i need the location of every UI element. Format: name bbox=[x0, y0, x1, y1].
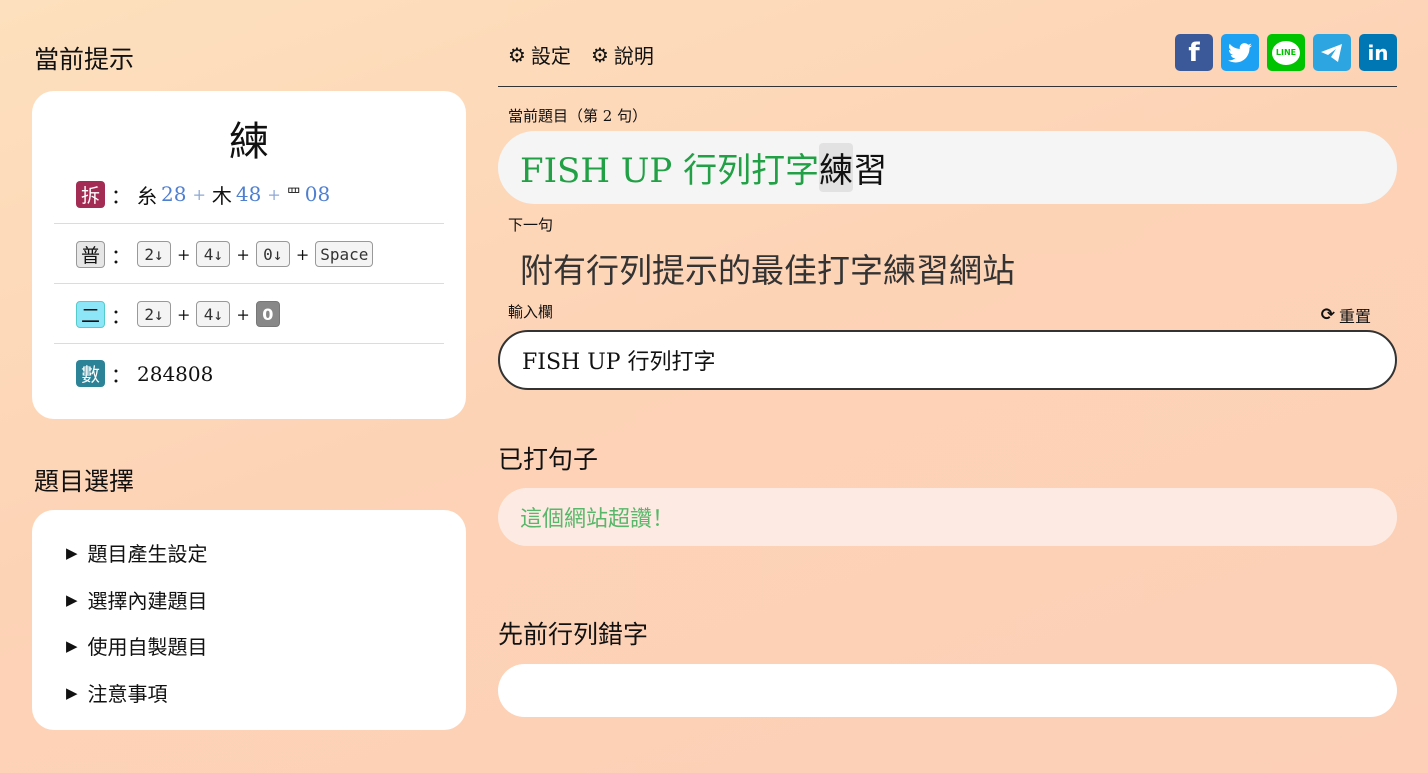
hint-card: 練 拆 ： 糸 28 + 木 48 + 罒 08 普 ： 2↓ + 4↓ + 0… bbox=[32, 91, 466, 419]
colon: ： bbox=[111, 303, 131, 328]
key-cap: 0↓ bbox=[255, 241, 290, 267]
key-cap: 2↓ bbox=[137, 301, 171, 327]
gear-icon: ⚙ bbox=[590, 42, 609, 67]
topic-item-label: 使用自製題目 bbox=[87, 635, 208, 659]
top-nav: ⚙ 設定 ⚙ 說明 bbox=[508, 40, 654, 69]
colon: ： bbox=[111, 183, 131, 208]
chai-num: 08 bbox=[304, 182, 331, 206]
key-cap: Space bbox=[315, 241, 374, 267]
chai-num: 48 bbox=[235, 182, 262, 206]
topic-card: ▶ 題目產生設定 ▶ 選擇內建題目 ▶ 使用自製題目 ▶ 注意事項 bbox=[32, 510, 466, 730]
key-cap: 0 bbox=[255, 301, 280, 327]
caret-right-icon: ▶ bbox=[66, 636, 78, 655]
key-cap: 4↓ bbox=[196, 241, 231, 267]
twitter-icon[interactable] bbox=[1221, 34, 1259, 71]
help-button[interactable]: ⚙ 說明 bbox=[591, 40, 654, 69]
help-label: 說明 bbox=[613, 44, 654, 68]
hint-row-pu: 普 ： 2↓ + 4↓ + 0↓ + Space bbox=[54, 225, 444, 284]
topic-title: 題目選擇 bbox=[34, 467, 135, 496]
linkedin-icon[interactable]: in bbox=[1359, 34, 1397, 71]
done-sentence: 這個網站超讚！ bbox=[498, 488, 1397, 546]
plus-sign: + bbox=[236, 304, 250, 324]
social-share: f LINE in bbox=[1175, 34, 1397, 71]
key-cap: 4↓ bbox=[196, 301, 231, 327]
topic-item-generate[interactable]: ▶ 題目產生設定 bbox=[66, 538, 208, 567]
refresh-icon: ⟳ bbox=[1320, 305, 1335, 325]
shu-value: 284808 bbox=[137, 361, 214, 386]
colon: ： bbox=[111, 243, 131, 268]
mistake-title: 先前行列錯字 bbox=[498, 620, 649, 649]
hint-row-shu: 數 ： 284808 bbox=[54, 344, 444, 403]
plus-sign: + bbox=[267, 184, 281, 204]
topic-item-builtin[interactable]: ▶ 選擇內建題目 bbox=[66, 585, 208, 614]
reset-button[interactable]: ⟳ 重置 bbox=[1321, 303, 1371, 327]
chai-part: 木 bbox=[211, 183, 232, 208]
hint-row-er: 二 ： 2↓ + 4↓ + 0 bbox=[54, 285, 444, 344]
topic-item-custom[interactable]: ▶ 使用自製題目 bbox=[66, 631, 208, 660]
facebook-icon[interactable]: f bbox=[1175, 34, 1213, 71]
hint-row-chai: 拆 ： 糸 28 + 木 48 + 罒 08 bbox=[54, 165, 444, 224]
line-label: LINE bbox=[1272, 40, 1300, 65]
topic-item-label: 選擇內建題目 bbox=[87, 589, 208, 613]
er-tag: 二 bbox=[76, 300, 105, 328]
caret-right-icon: ▶ bbox=[66, 543, 78, 562]
current-sentence: FISH UP 行列打字練習 bbox=[498, 131, 1397, 204]
pu-tag: 普 bbox=[76, 240, 105, 268]
current-char: 練 bbox=[819, 143, 854, 192]
typing-input[interactable]: FISH UP 行列打字 bbox=[498, 330, 1397, 390]
line-icon[interactable]: LINE bbox=[1267, 34, 1305, 71]
next-label: 下一句 bbox=[508, 216, 554, 234]
shu-tag: 數 bbox=[76, 360, 105, 387]
hint-char: 練 bbox=[229, 119, 269, 165]
chai-num: 28 bbox=[161, 182, 187, 206]
current-label: 當前題目（第 2 句） bbox=[508, 107, 648, 125]
chai-part: 糸 bbox=[137, 183, 157, 208]
plus-sign: + bbox=[177, 244, 191, 264]
typed-text: FISH UP 行列打字 bbox=[520, 151, 820, 191]
plus-sign: + bbox=[295, 244, 310, 264]
gear-icon: ⚙ bbox=[508, 42, 526, 67]
colon: ： bbox=[111, 363, 131, 387]
divider bbox=[498, 86, 1397, 87]
input-label: 輸入欄 bbox=[508, 303, 554, 321]
next-sentence: 附有行列提示的最佳打字練習網站 bbox=[520, 251, 1015, 290]
key-cap: 2↓ bbox=[137, 241, 171, 267]
remaining-text: 習 bbox=[853, 151, 888, 191]
topic-item-label: 題目產生設定 bbox=[87, 542, 208, 566]
plus-sign: + bbox=[236, 244, 250, 264]
caret-right-icon: ▶ bbox=[66, 590, 78, 609]
reset-label: 重置 bbox=[1338, 307, 1371, 326]
chai-tag: 拆 bbox=[76, 180, 105, 208]
hint-title: 當前提示 bbox=[34, 45, 135, 74]
chai-part: 罒 bbox=[286, 187, 301, 203]
plus-sign: + bbox=[192, 184, 206, 204]
plus-sign: + bbox=[177, 304, 191, 324]
topic-item-notes[interactable]: ▶ 注意事項 bbox=[66, 678, 168, 707]
settings-button[interactable]: ⚙ 設定 bbox=[508, 40, 571, 69]
done-title: 已打句子 bbox=[498, 445, 599, 474]
caret-right-icon: ▶ bbox=[66, 683, 78, 702]
topic-item-label: 注意事項 bbox=[87, 682, 168, 706]
settings-label: 設定 bbox=[530, 44, 571, 68]
telegram-icon[interactable] bbox=[1313, 34, 1351, 71]
mistake-list bbox=[498, 664, 1397, 717]
